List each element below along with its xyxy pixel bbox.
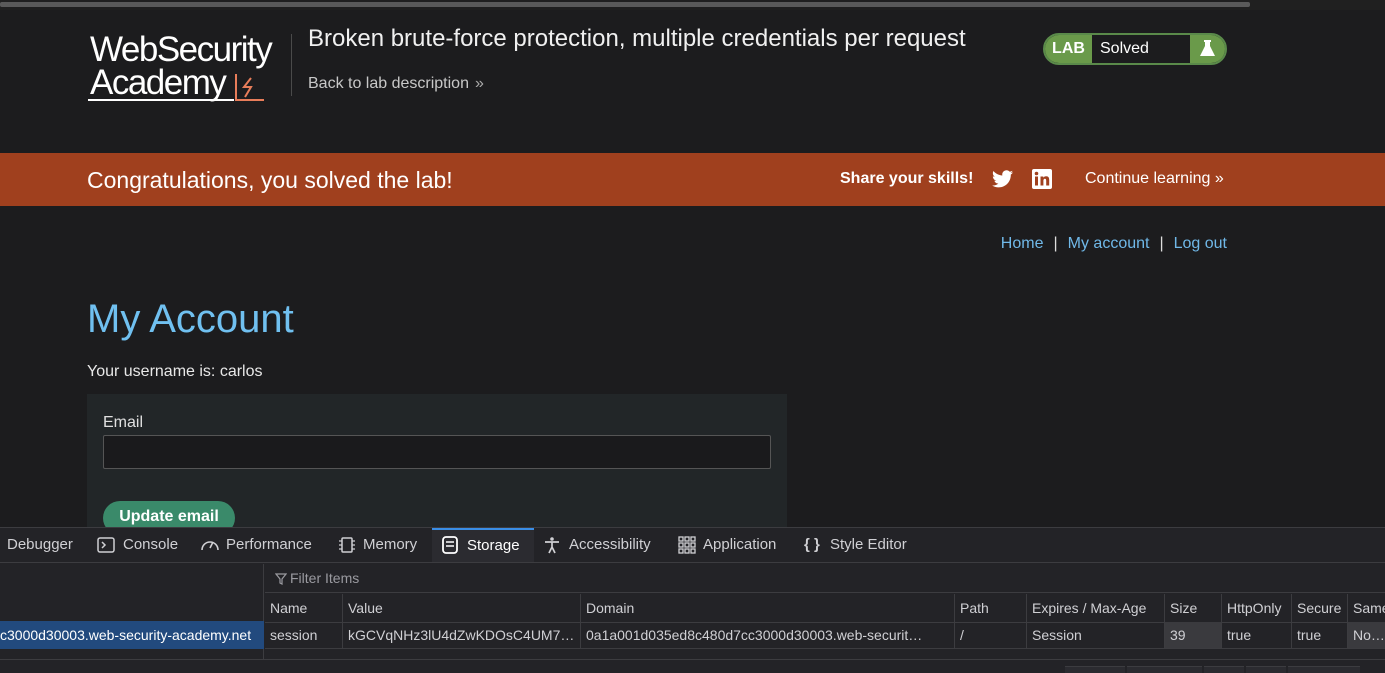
tab-label: Accessibility	[569, 536, 651, 553]
logo-bolt-icon	[235, 74, 264, 101]
column-header-value[interactable]: Value	[342, 594, 580, 622]
continue-learning-label: Continue learning	[1085, 170, 1211, 187]
filter-placeholder: Filter Items	[290, 570, 360, 586]
cookie-name[interactable]: session	[265, 622, 342, 648]
nav-separator: |	[1053, 235, 1058, 252]
double-chevron-right-icon: »	[474, 75, 484, 92]
nav-log-out-link[interactable]: Log out	[1174, 235, 1227, 252]
logo-underline	[88, 99, 234, 101]
email-input[interactable]	[103, 435, 771, 469]
filter-chip[interactable]	[1246, 666, 1286, 673]
congratulations-text: Congratulations, you solved the lab!	[87, 167, 453, 193]
console-icon	[97, 537, 115, 553]
storage-tree-host-selected[interactable]: c3000d30003.web-security-academy.net	[0, 621, 264, 649]
double-chevron-right-icon: »	[1210, 170, 1224, 187]
lab-title: Broken brute-force protection, multiple …	[308, 25, 966, 52]
filter-icon	[275, 573, 287, 585]
accessibility-icon	[545, 537, 559, 554]
storage-tree: c3000d30003.web-security-academy.net	[0, 564, 264, 673]
filter-chip[interactable]	[1127, 666, 1202, 673]
tab-accessibility[interactable]: Accessibility	[534, 528, 668, 562]
web-security-academy-logo[interactable]: WebSecurity Academy	[88, 32, 288, 104]
cookie-httponly[interactable]: true	[1221, 622, 1291, 648]
tab-memory[interactable]: Memory	[328, 528, 432, 562]
lab-badge-label: LAB	[1045, 35, 1092, 63]
tab-label: Debugger	[7, 536, 73, 553]
nav-home-link[interactable]: Home	[1001, 235, 1044, 252]
share-skills-text: Share your skills!	[840, 170, 974, 187]
solved-banner: Congratulations, you solved the lab! Sha…	[0, 153, 1385, 206]
column-header-path[interactable]: Path	[954, 594, 1026, 622]
cookie-secure[interactable]: true	[1291, 622, 1347, 648]
linkedin-icon[interactable]	[1032, 169, 1052, 189]
devtools-panel: Debugger Console Performance Memory Stor…	[0, 527, 1385, 673]
cookie-expires[interactable]: Session	[1026, 622, 1164, 648]
header-divider	[291, 34, 292, 96]
column-header-expires[interactable]: Expires / Max-Age	[1026, 594, 1164, 622]
tab-storage[interactable]: Storage	[432, 528, 534, 562]
browser-viewport: WebSecurity Academy Broken brute-force p…	[0, 0, 1385, 673]
cookie-size[interactable]: 39	[1164, 622, 1221, 648]
account-nav: Home | My account | Log out	[1001, 235, 1227, 253]
nav-my-account-link[interactable]: My account	[1068, 235, 1150, 252]
filter-items-input[interactable]: Filter Items	[265, 564, 1385, 593]
column-header-domain[interactable]: Domain	[580, 594, 954, 622]
filter-chip[interactable]	[1204, 666, 1244, 673]
tab-label: Performance	[226, 536, 312, 553]
row-divider	[265, 648, 1385, 649]
cookie-samesite[interactable]: None	[1347, 622, 1385, 648]
style-editor-braces-icon: { }	[804, 536, 820, 553]
logo-line2: Academy	[90, 63, 227, 102]
tab-application[interactable]: Application	[668, 528, 794, 562]
continue-learning-link[interactable]: Continue learning »	[1085, 170, 1224, 188]
site-header: WebSecurity Academy Broken brute-force p…	[0, 10, 1385, 153]
column-header-size[interactable]: Size	[1164, 594, 1221, 622]
column-header-samesite[interactable]: Same	[1347, 594, 1385, 622]
column-header-name[interactable]: Name	[265, 594, 342, 622]
column-header-secure[interactable]: Secure	[1291, 594, 1347, 622]
tab-label: Style Editor	[830, 536, 907, 553]
application-grid-icon	[678, 536, 696, 554]
devtools-bottom-bar	[0, 659, 1385, 673]
tab-label: Application	[703, 536, 777, 553]
tab-style-editor[interactable]: { } Style Editor	[794, 528, 934, 562]
cookie-table: Filter Items Name Value Domain Path Expi…	[265, 564, 1385, 673]
scrollbar-thumb[interactable]	[0, 2, 1250, 7]
memory-chip-icon	[339, 537, 355, 553]
storage-icon	[442, 536, 458, 554]
column-header-httponly[interactable]: HttpOnly	[1221, 594, 1291, 622]
update-email-form: Email Update email	[87, 394, 787, 535]
tab-label: Storage	[467, 537, 520, 554]
horizontal-scrollbar[interactable]	[0, 0, 1385, 10]
username-text: Your username is: carlos	[87, 363, 263, 380]
filter-chip[interactable]	[1065, 666, 1125, 673]
tab-debugger[interactable]: Debugger	[0, 528, 88, 562]
tab-label: Memory	[363, 536, 418, 553]
nav-separator: |	[1159, 235, 1164, 252]
filter-chip[interactable]	[1288, 666, 1360, 673]
lab-status-text: Solved	[1100, 40, 1149, 57]
cookie-value[interactable]: kGCVqNHz3lU4dZwKDOsC4UM7…	[342, 622, 580, 648]
performance-gauge-icon	[201, 541, 219, 551]
page-title: My Account	[87, 297, 294, 341]
tab-console[interactable]: Console	[88, 528, 193, 562]
flask-icon	[1190, 35, 1225, 63]
cookie-path[interactable]: /	[954, 622, 1026, 648]
email-label: Email	[103, 414, 144, 431]
tab-performance[interactable]: Performance	[193, 528, 328, 562]
devtools-tab-bar: Debugger Console Performance Memory Stor…	[0, 528, 1385, 563]
lab-status-badge: LAB Solved	[1043, 33, 1227, 65]
tab-label: Console	[123, 536, 179, 553]
cookie-domain[interactable]: 0a1a001d035ed8c480d7cc3000d30003.web-sec…	[580, 622, 954, 648]
back-to-lab-description-link[interactable]: Back to lab description »	[308, 75, 484, 93]
back-link-label: Back to lab description	[308, 75, 469, 92]
twitter-icon[interactable]	[992, 169, 1013, 189]
